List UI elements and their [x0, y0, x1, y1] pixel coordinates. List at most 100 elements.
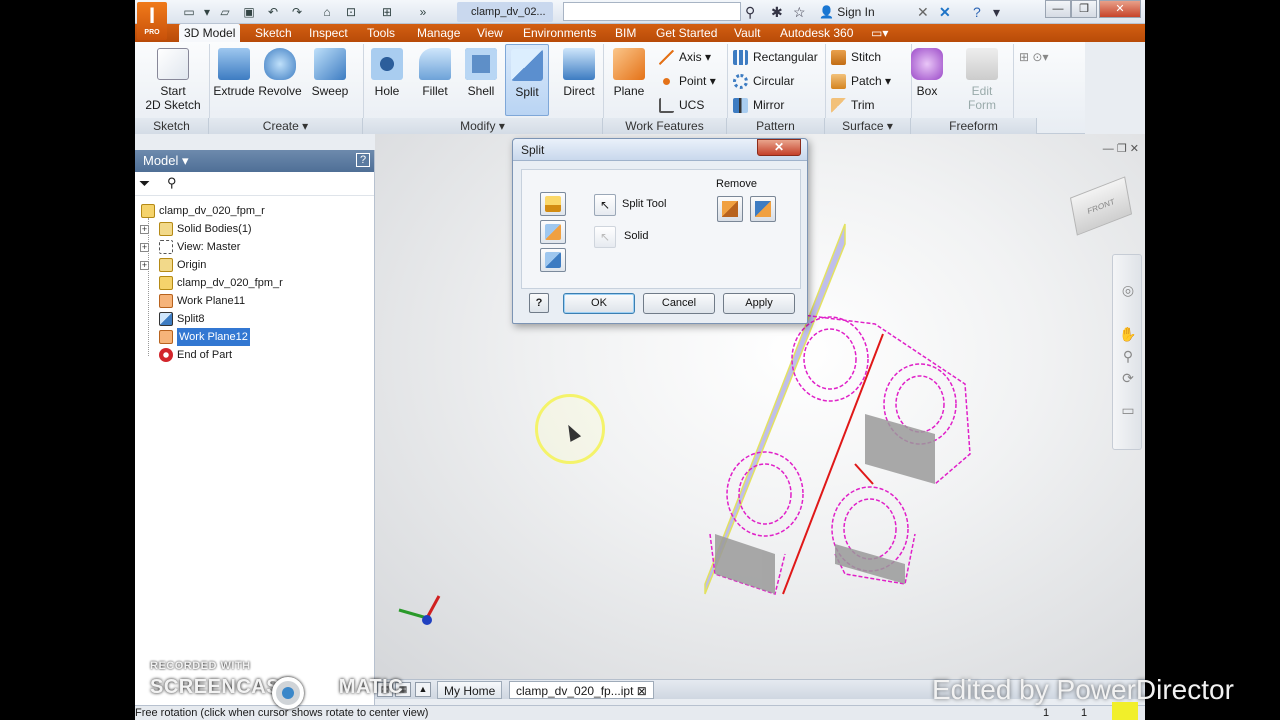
maximize-button[interactable]: ❐	[1071, 0, 1097, 18]
close-search-icon[interactable]: ✕	[917, 3, 929, 21]
close-tab-icon[interactable]: ⊠	[637, 684, 647, 698]
new-dropdown-icon[interactable]: ▾	[199, 4, 215, 20]
project-icon[interactable]: ⊞	[379, 4, 395, 20]
extrude-button[interactable]: Extrude	[213, 44, 255, 116]
tab-bim[interactable]: BIM	[615, 24, 636, 42]
shell-button[interactable]: Shell	[461, 44, 501, 116]
undo-icon[interactable]: ↶	[265, 4, 281, 20]
dialog-close-button[interactable]: ✕	[757, 139, 801, 156]
split-face-button[interactable]	[540, 192, 566, 216]
tabs-overflow-icon[interactable]: ▭▾	[871, 24, 888, 42]
point-button[interactable]: Point ▾	[659, 70, 716, 92]
tree-label: Split8	[177, 313, 205, 325]
inventor-logo[interactable]: I PRO	[137, 2, 167, 40]
work-plane-icon	[159, 294, 173, 308]
stitch-button[interactable]: Stitch	[831, 46, 881, 68]
direct-button[interactable]: Direct	[559, 44, 599, 116]
remove-side-1-button[interactable]	[717, 196, 743, 222]
open-icon[interactable]: ▱	[217, 4, 233, 20]
tab-vault[interactable]: Vault	[734, 24, 760, 42]
dialog-help-button[interactable]: ?	[529, 293, 549, 313]
browser-header[interactable]: Model ▾ ?	[135, 150, 374, 172]
group-sketch[interactable]: Sketch	[135, 118, 209, 134]
revolve-button[interactable]: Revolve	[257, 44, 303, 116]
powerdirector-watermark: Edited by PowerDirector	[932, 674, 1234, 705]
search-input[interactable]	[563, 2, 741, 21]
split-button[interactable]: Split	[505, 44, 549, 116]
circular-pattern-button[interactable]: Circular	[733, 70, 794, 92]
save-icon[interactable]: ▣	[241, 4, 257, 20]
group-pattern[interactable]: Pattern	[727, 118, 825, 134]
tab-sketch[interactable]: Sketch	[255, 24, 292, 42]
edit-form-button[interactable]: Edit Form	[955, 44, 1009, 116]
window-close-button[interactable]: ✕	[1099, 0, 1141, 18]
fillet-button[interactable]: Fillet	[415, 44, 455, 116]
direct-icon	[563, 48, 595, 80]
doc-tab-clamp[interactable]: clamp_dv_020_fp...ipt ⊠	[509, 681, 654, 699]
hole-button[interactable]: Hole	[367, 44, 407, 116]
tab-environments[interactable]: Environments	[523, 24, 596, 42]
sign-in-link[interactable]: 👤 Sign In	[819, 3, 875, 21]
sweep-button[interactable]: Sweep	[307, 44, 353, 116]
browser-help-button[interactable]: ?	[356, 153, 370, 167]
help-icon[interactable]: ?	[973, 3, 981, 21]
subscription-icon[interactable]: ✱	[771, 3, 783, 21]
split-feature-icon	[159, 312, 173, 326]
box-button[interactable]: Box	[907, 44, 947, 116]
rectangular-pattern-button[interactable]: Rectangular	[733, 46, 818, 68]
plane-button[interactable]: Plane	[609, 44, 649, 116]
tab-scroll-icon[interactable]: ▲	[415, 682, 431, 697]
find-icon[interactable]: ⚲	[167, 175, 177, 191]
home-icon[interactable]: ⌂	[319, 4, 335, 20]
ucs-button[interactable]: UCS	[659, 94, 704, 116]
tab-view[interactable]: View	[477, 24, 503, 42]
ribbon-extra-icon[interactable]: ⊞ ⊙▾	[1019, 46, 1048, 68]
update-icon[interactable]: ⊡	[343, 4, 359, 20]
tab-autodesk-360[interactable]: Autodesk 360	[780, 24, 853, 42]
trim-solid-button[interactable]	[540, 220, 566, 244]
mirror-button[interactable]: Mirror	[733, 94, 784, 116]
part-shaded-faces	[715, 414, 935, 594]
tree-label: clamp_dv_020_fpm_r	[159, 205, 265, 217]
ucs-icon	[659, 98, 674, 113]
solid-selector[interactable]: ↖	[594, 226, 616, 248]
group-surface[interactable]: Surface ▾	[825, 118, 911, 134]
split-solid-button[interactable]	[540, 248, 566, 272]
ok-button[interactable]: OK	[563, 293, 635, 314]
group-create[interactable]: Create ▾	[209, 118, 363, 134]
split-tool-selector[interactable]: ↖	[594, 194, 616, 216]
more-icon[interactable]: »	[415, 4, 431, 20]
start-2d-sketch-button[interactable]: Start 2D Sketch	[141, 44, 205, 116]
tab-tools[interactable]: Tools	[367, 24, 395, 42]
tab-3d-model[interactable]: 3D Model	[179, 24, 241, 42]
tab-inspect[interactable]: Inspect	[309, 24, 348, 42]
apply-button[interactable]: Apply	[723, 293, 795, 314]
cancel-button[interactable]: Cancel	[643, 293, 715, 314]
redo-icon[interactable]: ↷	[289, 4, 305, 20]
trim-button[interactable]: Trim	[831, 94, 875, 116]
sweep-icon	[314, 48, 346, 80]
new-icon[interactable]: ▭	[181, 4, 197, 20]
dialog-titlebar[interactable]: Split ✕	[513, 139, 807, 161]
help-dropdown-icon[interactable]: ▾	[993, 3, 1000, 21]
direct-label: Direct	[563, 84, 595, 98]
tree-label: End of Part	[177, 349, 233, 361]
recorded-with-label: RECORDED WITH	[150, 660, 251, 672]
minimize-button[interactable]: —	[1045, 0, 1071, 18]
filter-icon[interactable]: ⏷	[139, 175, 150, 192]
tab-get-started[interactable]: Get Started	[656, 24, 717, 42]
revolve-icon	[264, 48, 296, 80]
favorite-icon[interactable]: ☆	[793, 3, 806, 21]
status-count-1: 1	[1043, 707, 1050, 719]
remove-side-2-button[interactable]	[750, 196, 776, 222]
axis-button[interactable]: Axis ▾	[659, 46, 711, 68]
hole-icon	[371, 48, 403, 80]
tab-manage[interactable]: Manage	[417, 24, 460, 42]
doc-tab-my-home[interactable]: My Home	[437, 681, 503, 699]
binoculars-icon[interactable]: ⚲	[745, 3, 755, 21]
exchange-icon[interactable]: ✕	[939, 3, 951, 21]
group-work-features[interactable]: Work Features	[603, 118, 727, 134]
group-freeform[interactable]: Freeform	[911, 118, 1037, 134]
group-modify[interactable]: Modify ▾	[363, 118, 603, 134]
patch-button[interactable]: Patch ▾	[831, 70, 891, 92]
